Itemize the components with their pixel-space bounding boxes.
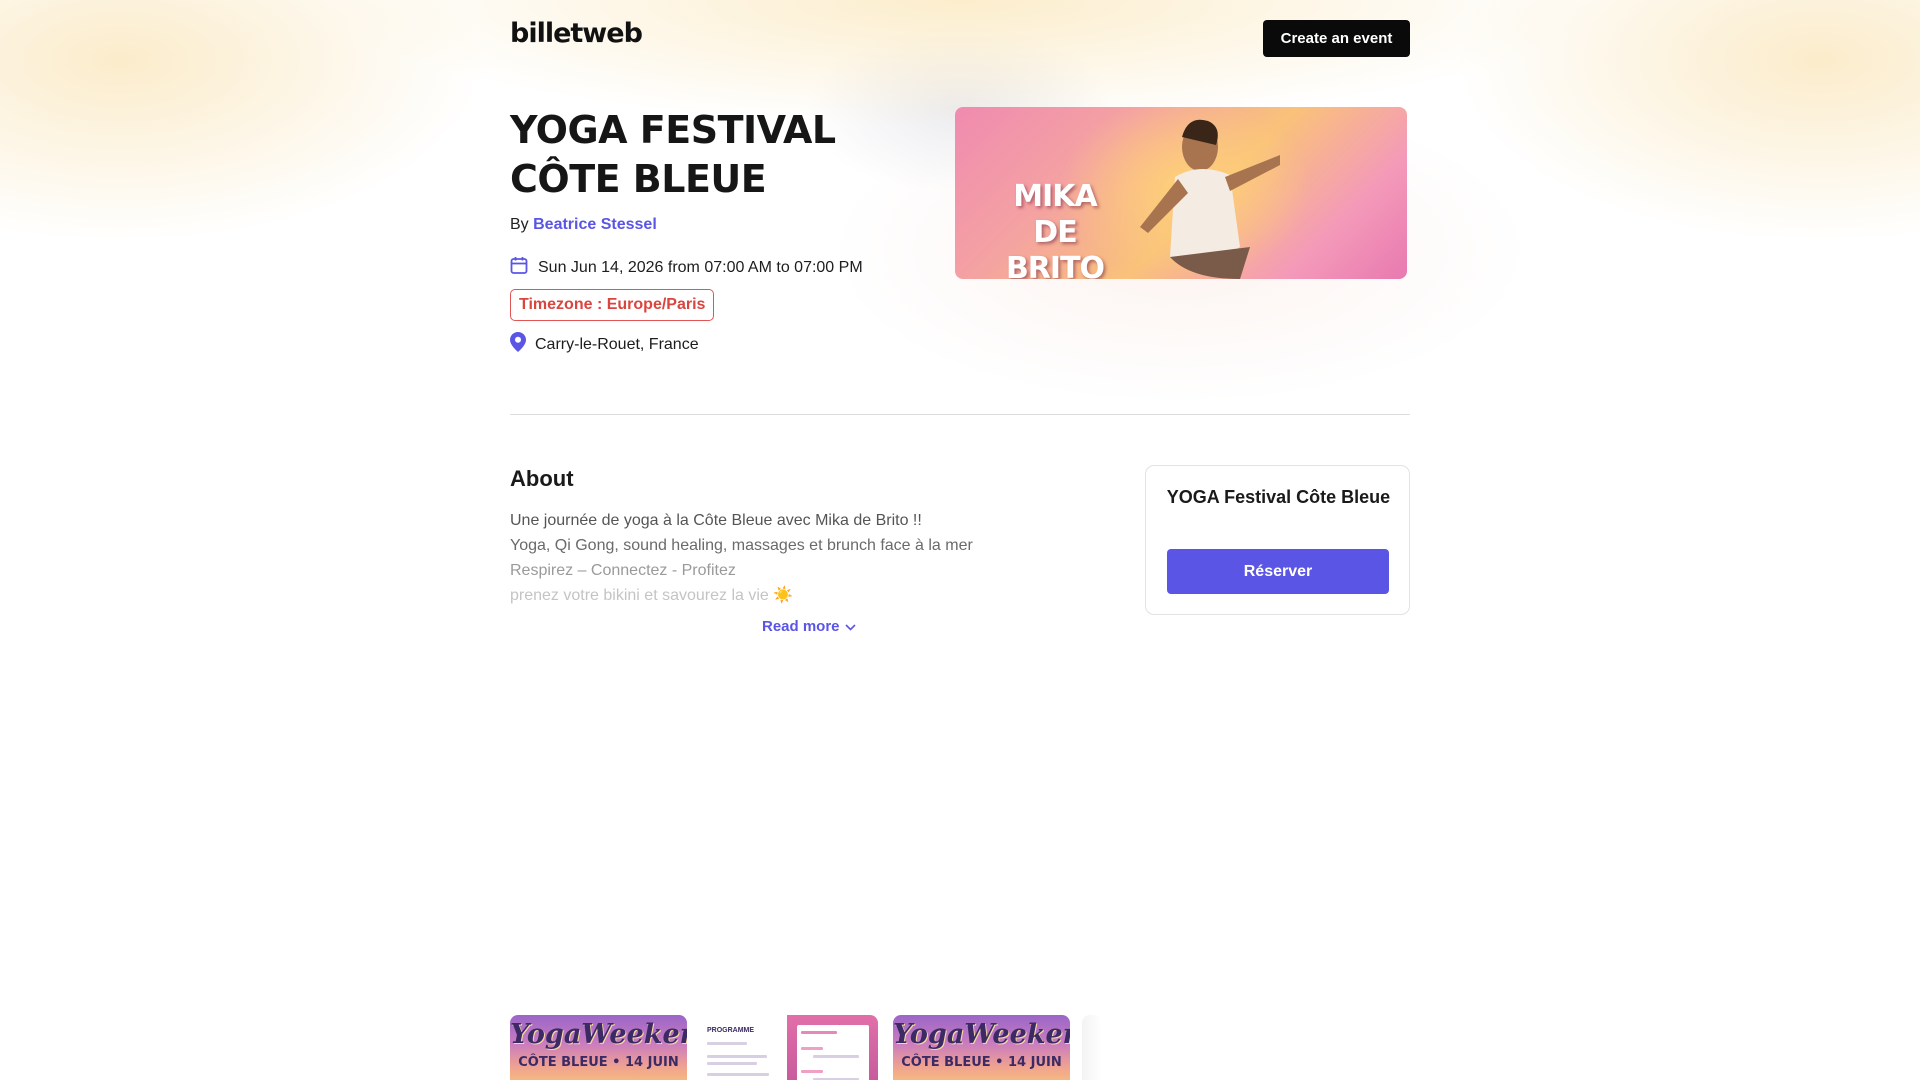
programme-left-column: PROGRAMME [701,1015,787,1080]
event-location-text[interactable]: Carry-le-Rouet, France [535,336,699,354]
poster-subtitle: CÔTE BLEUE • 14 JUIN [518,1055,679,1070]
programme-text-line [707,1073,769,1076]
event-banner-image: MIKA DE BRITO [955,107,1407,279]
reserve-button[interactable]: Réserver [1167,549,1389,594]
booking-card: YOGA Festival Côte Bleue Réserver [1145,465,1410,615]
programme-text-line [707,1042,747,1045]
event-title-line2: CÔTE BLEUE [510,157,767,201]
programme-title: PROGRAMME [707,1027,755,1034]
chevron-down-icon [844,618,856,635]
banner-text-line1: MIKA [1013,179,1097,214]
billetweb-logo[interactable]: billetweb [510,18,643,49]
about-line: Respirez – Connectez - Profitez [510,562,736,579]
calendar-icon [510,256,528,280]
banner-text-line2: DE BRITO [1005,215,1105,279]
programme-text-line [801,1070,823,1073]
programme-text-line [813,1055,859,1058]
about-heading: About [510,466,574,491]
programme-text-line [707,1055,767,1058]
image-gallery: YogaWeekend CÔTE BLEUE • 14 JUIN PROGRAM… [510,1015,1410,1080]
programme-text-line [801,1031,837,1034]
banner-text: MIKA DE BRITO [985,179,1125,279]
organizer-byline: By Beatrice Stessel [510,216,657,234]
event-title: YOGA FESTIVAL CÔTE BLEUE [510,106,930,204]
event-title-line1: YOGA FESTIVAL [510,108,836,152]
timezone-badge: Timezone : Europe/Paris [510,289,715,321]
location-pin-icon [510,332,526,357]
about-description: Une journée de yoga à la Côte Bleue avec… [510,508,1070,608]
read-more-button[interactable]: Read more [762,618,856,635]
yoga-person-illustration [1140,119,1280,279]
gallery-thumb-faded[interactable] [1082,1015,1102,1080]
poster-title: YogaWeekend [893,1019,1070,1050]
gallery-thumb-programme[interactable]: PROGRAMME [701,1015,878,1080]
event-date: Sun Jun 14, 2026 from 07:00 AM to 07:00 … [510,256,863,280]
organizer-link[interactable]: Beatrice Stessel [533,216,657,233]
booking-card-title: YOGA Festival Côte Bleue [1166,487,1391,507]
gallery-thumb-poster-1[interactable]: YogaWeekend CÔTE BLEUE • 14 JUIN [510,1015,687,1080]
poster-title: YogaWeekend [510,1019,687,1050]
about-line: Yoga, Qi Gong, sound healing, massages e… [510,537,973,554]
programme-text-line [707,1062,757,1065]
event-location: Carry-le-Rouet, France [510,332,699,357]
by-prefix: By [510,216,529,233]
about-line: Une journée de yoga à la Côte Bleue avec… [510,512,922,529]
about-line: prenez votre bikini et savourez la vie ☀… [510,587,794,604]
read-more-label: Read more [762,618,840,635]
create-event-button[interactable]: Create an event [1263,20,1410,57]
poster-subtitle: CÔTE BLEUE • 14 JUIN [901,1055,1062,1070]
gallery-thumb-poster-2[interactable]: YogaWeekend CÔTE BLEUE • 14 JUIN [893,1015,1070,1080]
section-divider [510,414,1410,415]
programme-sheet [797,1025,869,1080]
programme-text-line [801,1047,823,1050]
event-date-text: Sun Jun 14, 2026 from 07:00 AM to 07:00 … [538,259,863,276]
